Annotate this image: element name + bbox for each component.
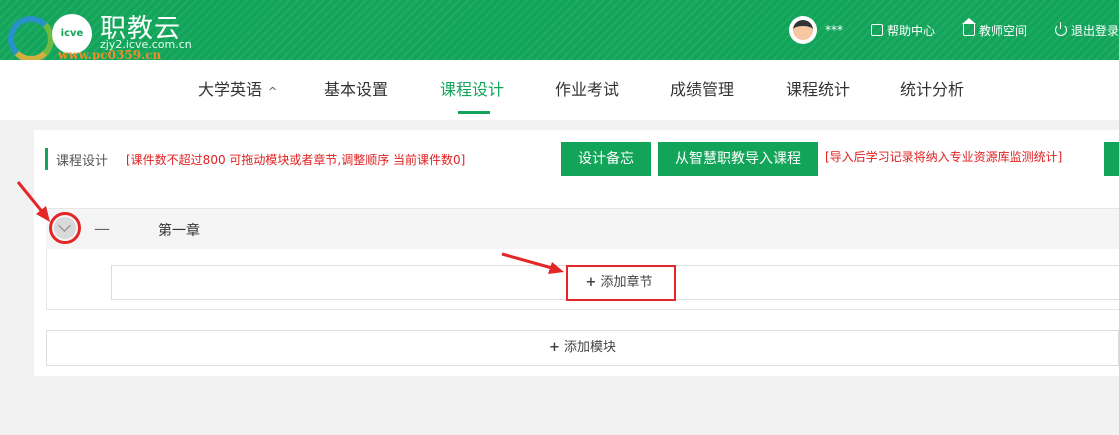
import-course-button[interactable]: 从智慧职教导入课程	[658, 142, 818, 176]
course-design-panel: 课程设计 [课件数不超过800 可拖动模块或者章节,调整顺序 当前课件数0] 设…	[34, 130, 1119, 376]
watermark-logo-icon	[8, 16, 54, 62]
tab-basic-settings[interactable]: 基本设置	[324, 60, 388, 120]
home-icon	[961, 18, 976, 36]
highlight-box	[566, 265, 676, 301]
power-icon	[1054, 22, 1067, 36]
add-module-label: 添加模块	[563, 340, 616, 355]
user-name[interactable]: ***	[825, 23, 843, 37]
help-icon	[870, 24, 883, 36]
courseware-note: [课件数不超过800 可拖动模块或者章节,调整顺序 当前课件数0]	[126, 153, 466, 167]
logout-label: 退出登录	[1070, 23, 1119, 38]
course-nav: 大学英语 ^ 基本设置 课程设计 作业考试 成绩管理 课程统计 统计分析	[0, 60, 1119, 120]
annotation-arrow-icon	[501, 252, 564, 274]
chapter-header[interactable]: — 第一章	[46, 208, 1119, 250]
user-face-icon	[792, 20, 813, 40]
design-toolbar: 课程设计 [课件数不超过800 可拖动模块或者章节,调整顺序 当前课件数0] 设…	[34, 140, 1119, 180]
tab-homework-exam[interactable]: 作业考试	[555, 60, 619, 120]
course-name: 大学英语	[198, 80, 263, 99]
logout-link[interactable]: 退出登录	[1054, 22, 1119, 39]
import-note: [导入后学习记录将纳入专业资源库监测统计]	[825, 150, 1063, 164]
active-tab-indicator	[458, 111, 490, 114]
tab-course-statistics[interactable]: 课程统计	[786, 60, 850, 120]
chapter-dash: —	[94, 219, 110, 238]
add-module-button[interactable]: + 添加模块	[46, 330, 1119, 366]
course-selector[interactable]: 大学英语 ^	[198, 60, 277, 120]
avatar[interactable]	[788, 16, 817, 44]
plus-icon: +	[549, 340, 560, 355]
annotation-arrow-icon	[16, 181, 50, 222]
teacher-space-label: 教师空间	[978, 23, 1027, 38]
more-toolbar-button[interactable]	[1104, 142, 1119, 176]
tab-statistical-analysis[interactable]: 统计分析	[900, 60, 964, 120]
help-center-link[interactable]: 帮助中心	[870, 22, 935, 39]
design-memo-button[interactable]: 设计备忘	[561, 142, 651, 176]
tab-grade-management[interactable]: 成绩管理	[670, 60, 734, 120]
help-center-label: 帮助中心	[886, 23, 935, 38]
section-marker	[45, 148, 48, 170]
top-header: icve 职教云 zjy2.icve.com.cn www.pc0359.cn …	[0, 0, 1119, 62]
teacher-space-link[interactable]: 教师空间	[961, 18, 1027, 39]
top-nav: *** 帮助中心 教师空间 退出登录	[788, 0, 1119, 60]
site-logo[interactable]: icve 职教云 zjy2.icve.com.cn www.pc0359.cn	[8, 6, 228, 62]
chevron-up-icon: ^	[268, 85, 278, 98]
chapter-title: 第一章	[158, 223, 200, 239]
toolbar-title: 课程设计	[56, 154, 109, 169]
